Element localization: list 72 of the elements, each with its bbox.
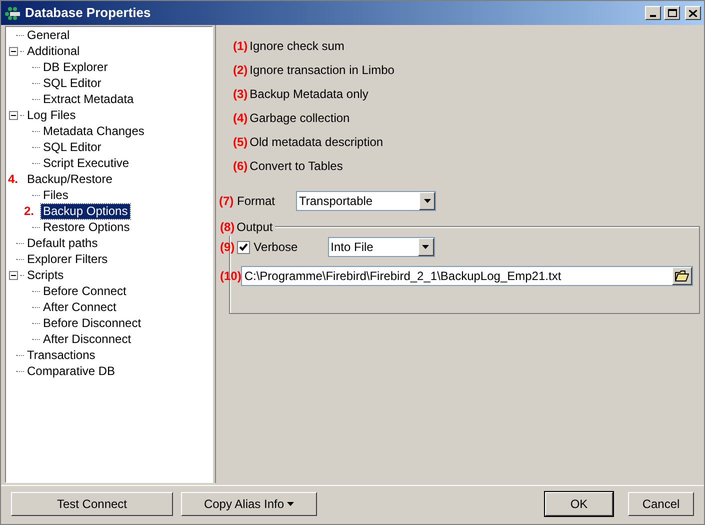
annotation-marker: (5)	[233, 134, 248, 151]
dialog-button[interactable]: OK	[545, 492, 613, 516]
output-mode-value: Into File	[330, 239, 374, 256]
tree-item[interactable]: Restore Options	[41, 220, 132, 234]
caret-icon	[422, 245, 430, 249]
tree-item[interactable]: Before Disconnect	[41, 316, 144, 330]
tree-item[interactable]: Scripts	[25, 268, 66, 282]
option-label: Old metadata description	[250, 134, 384, 151]
maximize-icon	[668, 9, 676, 17]
tree-item[interactable]: Extract Metadata	[41, 92, 136, 106]
collapse-icon[interactable]	[9, 110, 18, 120]
tree-item[interactable]: After Disconnect	[41, 332, 134, 346]
tree-item[interactable]: Files	[41, 188, 70, 202]
annotation-marker: (3)	[233, 86, 248, 103]
verbose-checkbox[interactable]	[236, 240, 250, 254]
annotation-marker: (1)	[233, 38, 248, 55]
annotation-marker: (6)	[233, 158, 248, 175]
maximize-button[interactable]	[664, 6, 680, 20]
tree-item[interactable]: Default paths	[25, 236, 100, 250]
tree-item[interactable]: Script Executive	[41, 156, 132, 170]
option-label: Ignore check sum	[250, 38, 344, 55]
caret-icon	[424, 199, 430, 203]
tree-item[interactable]: Comparative DB	[25, 364, 118, 378]
tree-item[interactable]: Explorer Filters	[25, 252, 110, 266]
dropdown-button[interactable]	[419, 192, 435, 210]
dialog-button[interactable]: Cancel	[628, 492, 694, 516]
collapse-icon[interactable]	[9, 270, 18, 280]
dropdown-button[interactable]	[418, 238, 434, 256]
tree-item[interactable]: Backup/Restore	[25, 172, 114, 186]
minimize-button[interactable]	[645, 6, 661, 20]
annotation-marker: (4)	[233, 110, 248, 127]
group-label: Output	[236, 219, 273, 236]
format-label: Format	[237, 193, 276, 210]
option-label: Garbage collection	[250, 110, 350, 127]
path-value: C:\Programme\Firebird\Firebird_2_1\BackupLog_Emp21.txt	[243, 268, 562, 285]
database-icon	[4, 6, 22, 20]
collapse-icon[interactable]	[9, 46, 18, 56]
format-dropdown[interactable]: Transportable	[296, 191, 436, 211]
option-label: Backup Metadata only	[250, 86, 368, 103]
annotation-marker: (8)	[220, 219, 235, 236]
window-title: Database Properties	[25, 4, 152, 22]
close-icon	[689, 10, 697, 16]
annotation-marker: (10)	[220, 268, 242, 285]
path-field[interactable]: C:\Programme\Firebird\Firebird_2_1\BackupLog_Emp21.txt	[241, 266, 693, 286]
tree-item[interactable]: General	[25, 28, 72, 42]
annotation-marker: (7)	[219, 193, 235, 210]
output-mode-dropdown[interactable]: Into File	[328, 237, 435, 257]
tree-item[interactable]: After Connect	[41, 300, 118, 314]
option-label: Ignore transaction in Limbo	[250, 62, 394, 79]
close-button[interactable]	[685, 6, 701, 20]
folder-icon	[675, 270, 689, 282]
tree-item[interactable]: Before Connect	[41, 284, 128, 298]
dialog-button[interactable]: Copy Alias Info	[181, 492, 317, 516]
caret-icon	[287, 502, 294, 506]
annotation-marker: (9)	[220, 239, 235, 256]
annotation-marker: 4.	[8, 171, 18, 188]
verbose-label: Verbose	[254, 239, 299, 256]
tree-item[interactable]: Backup Options	[41, 204, 130, 218]
annotation-marker: (2)	[233, 62, 248, 79]
tree-item[interactable]: SQL Editor	[41, 140, 104, 154]
option-label: Convert to Tables	[250, 158, 343, 175]
tree-item[interactable]: Log Files	[25, 108, 78, 122]
tree-item[interactable]: DB Explorer	[41, 60, 110, 74]
annotation-marker: 2.	[24, 203, 34, 220]
tree-item[interactable]: Transactions	[25, 348, 98, 362]
format-value: Transportable	[298, 193, 374, 210]
tree-item[interactable]: SQL Editor	[41, 76, 104, 90]
tree-item[interactable]: Additional	[25, 44, 82, 58]
dialog-button[interactable]: Test Connect	[11, 492, 173, 516]
browse-button[interactable]	[672, 267, 692, 285]
tree-item[interactable]: Metadata Changes	[41, 124, 146, 138]
minimize-icon	[650, 15, 656, 17]
